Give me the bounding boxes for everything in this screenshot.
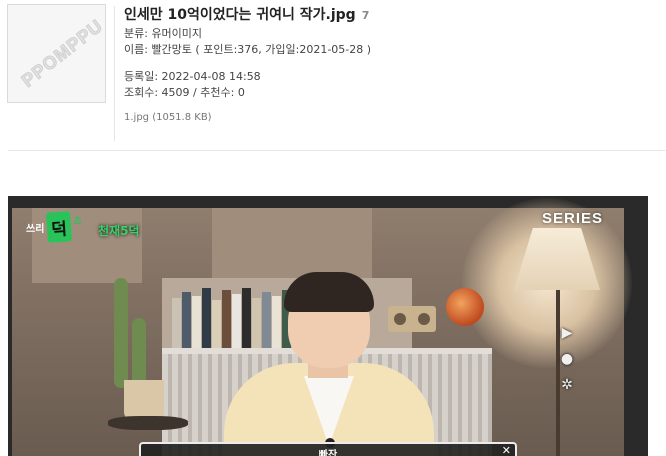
section-divider	[8, 150, 666, 151]
speaker	[388, 306, 436, 332]
show-logo: 쓰리 덕 츠	[26, 211, 82, 243]
post-author[interactable]: 이름: 빨간망토 ( 포인트:376, 가입일:2021-05-28 )	[124, 42, 371, 58]
post-image-video-frame: 쓰리 덕 츠 천재5덕 SERIES ▶ ● ✲ 빠잔 ✕	[8, 196, 648, 456]
logo-mark: 덕	[46, 211, 73, 243]
logo-prefix: 쓰리	[26, 223, 45, 235]
cactus	[114, 278, 128, 388]
stream-icons: ▶ ● ✲	[556, 324, 578, 394]
post-info: 인세만 10억이었다는 귀여니 작가.jpg 7 분류: 유머이미지 이름: 빨…	[124, 4, 371, 123]
video-camera-icon: ▶	[561, 325, 573, 341]
attachment-link[interactable]: 1.jpg (1051.8 KB)	[124, 112, 371, 123]
gear-icon: ✲	[561, 377, 573, 393]
plant-pot	[124, 380, 164, 420]
logo-suffix: 츠	[73, 216, 82, 227]
post-header: PPOMPPU 인세만 10억이었다는 귀여니 작가.jpg 7 분류: 유머이…	[0, 0, 666, 150]
globe	[446, 288, 484, 326]
cactus	[132, 318, 146, 388]
comment-count[interactable]: 7	[362, 9, 370, 22]
stool	[108, 416, 188, 430]
post-date: 등록일: 2022-04-08 14:58	[124, 70, 261, 83]
close-icon: ✕	[501, 444, 511, 456]
thumbnail-image[interactable]: PPOMPPU	[7, 4, 106, 103]
subtitle-box: 빠잔 ✕	[139, 442, 517, 456]
subtitle-text: 빠잔	[318, 450, 338, 456]
watermark-text: PPOMPPU	[17, 15, 106, 91]
divider	[114, 6, 115, 141]
books	[172, 284, 302, 358]
show-hashtag: 천재5덕	[98, 224, 140, 238]
person-hair	[284, 272, 374, 312]
post-category: 분류: 유머이미지	[124, 27, 203, 40]
microphone-icon: ●	[560, 351, 574, 367]
post-title[interactable]: 인세만 10억이었다는 귀여니 작가.jpg	[124, 4, 356, 24]
scene-background	[12, 198, 632, 456]
series-label: SERIES	[542, 210, 604, 227]
post-stats: 조회수: 4509 / 추천수: 0	[124, 86, 245, 99]
